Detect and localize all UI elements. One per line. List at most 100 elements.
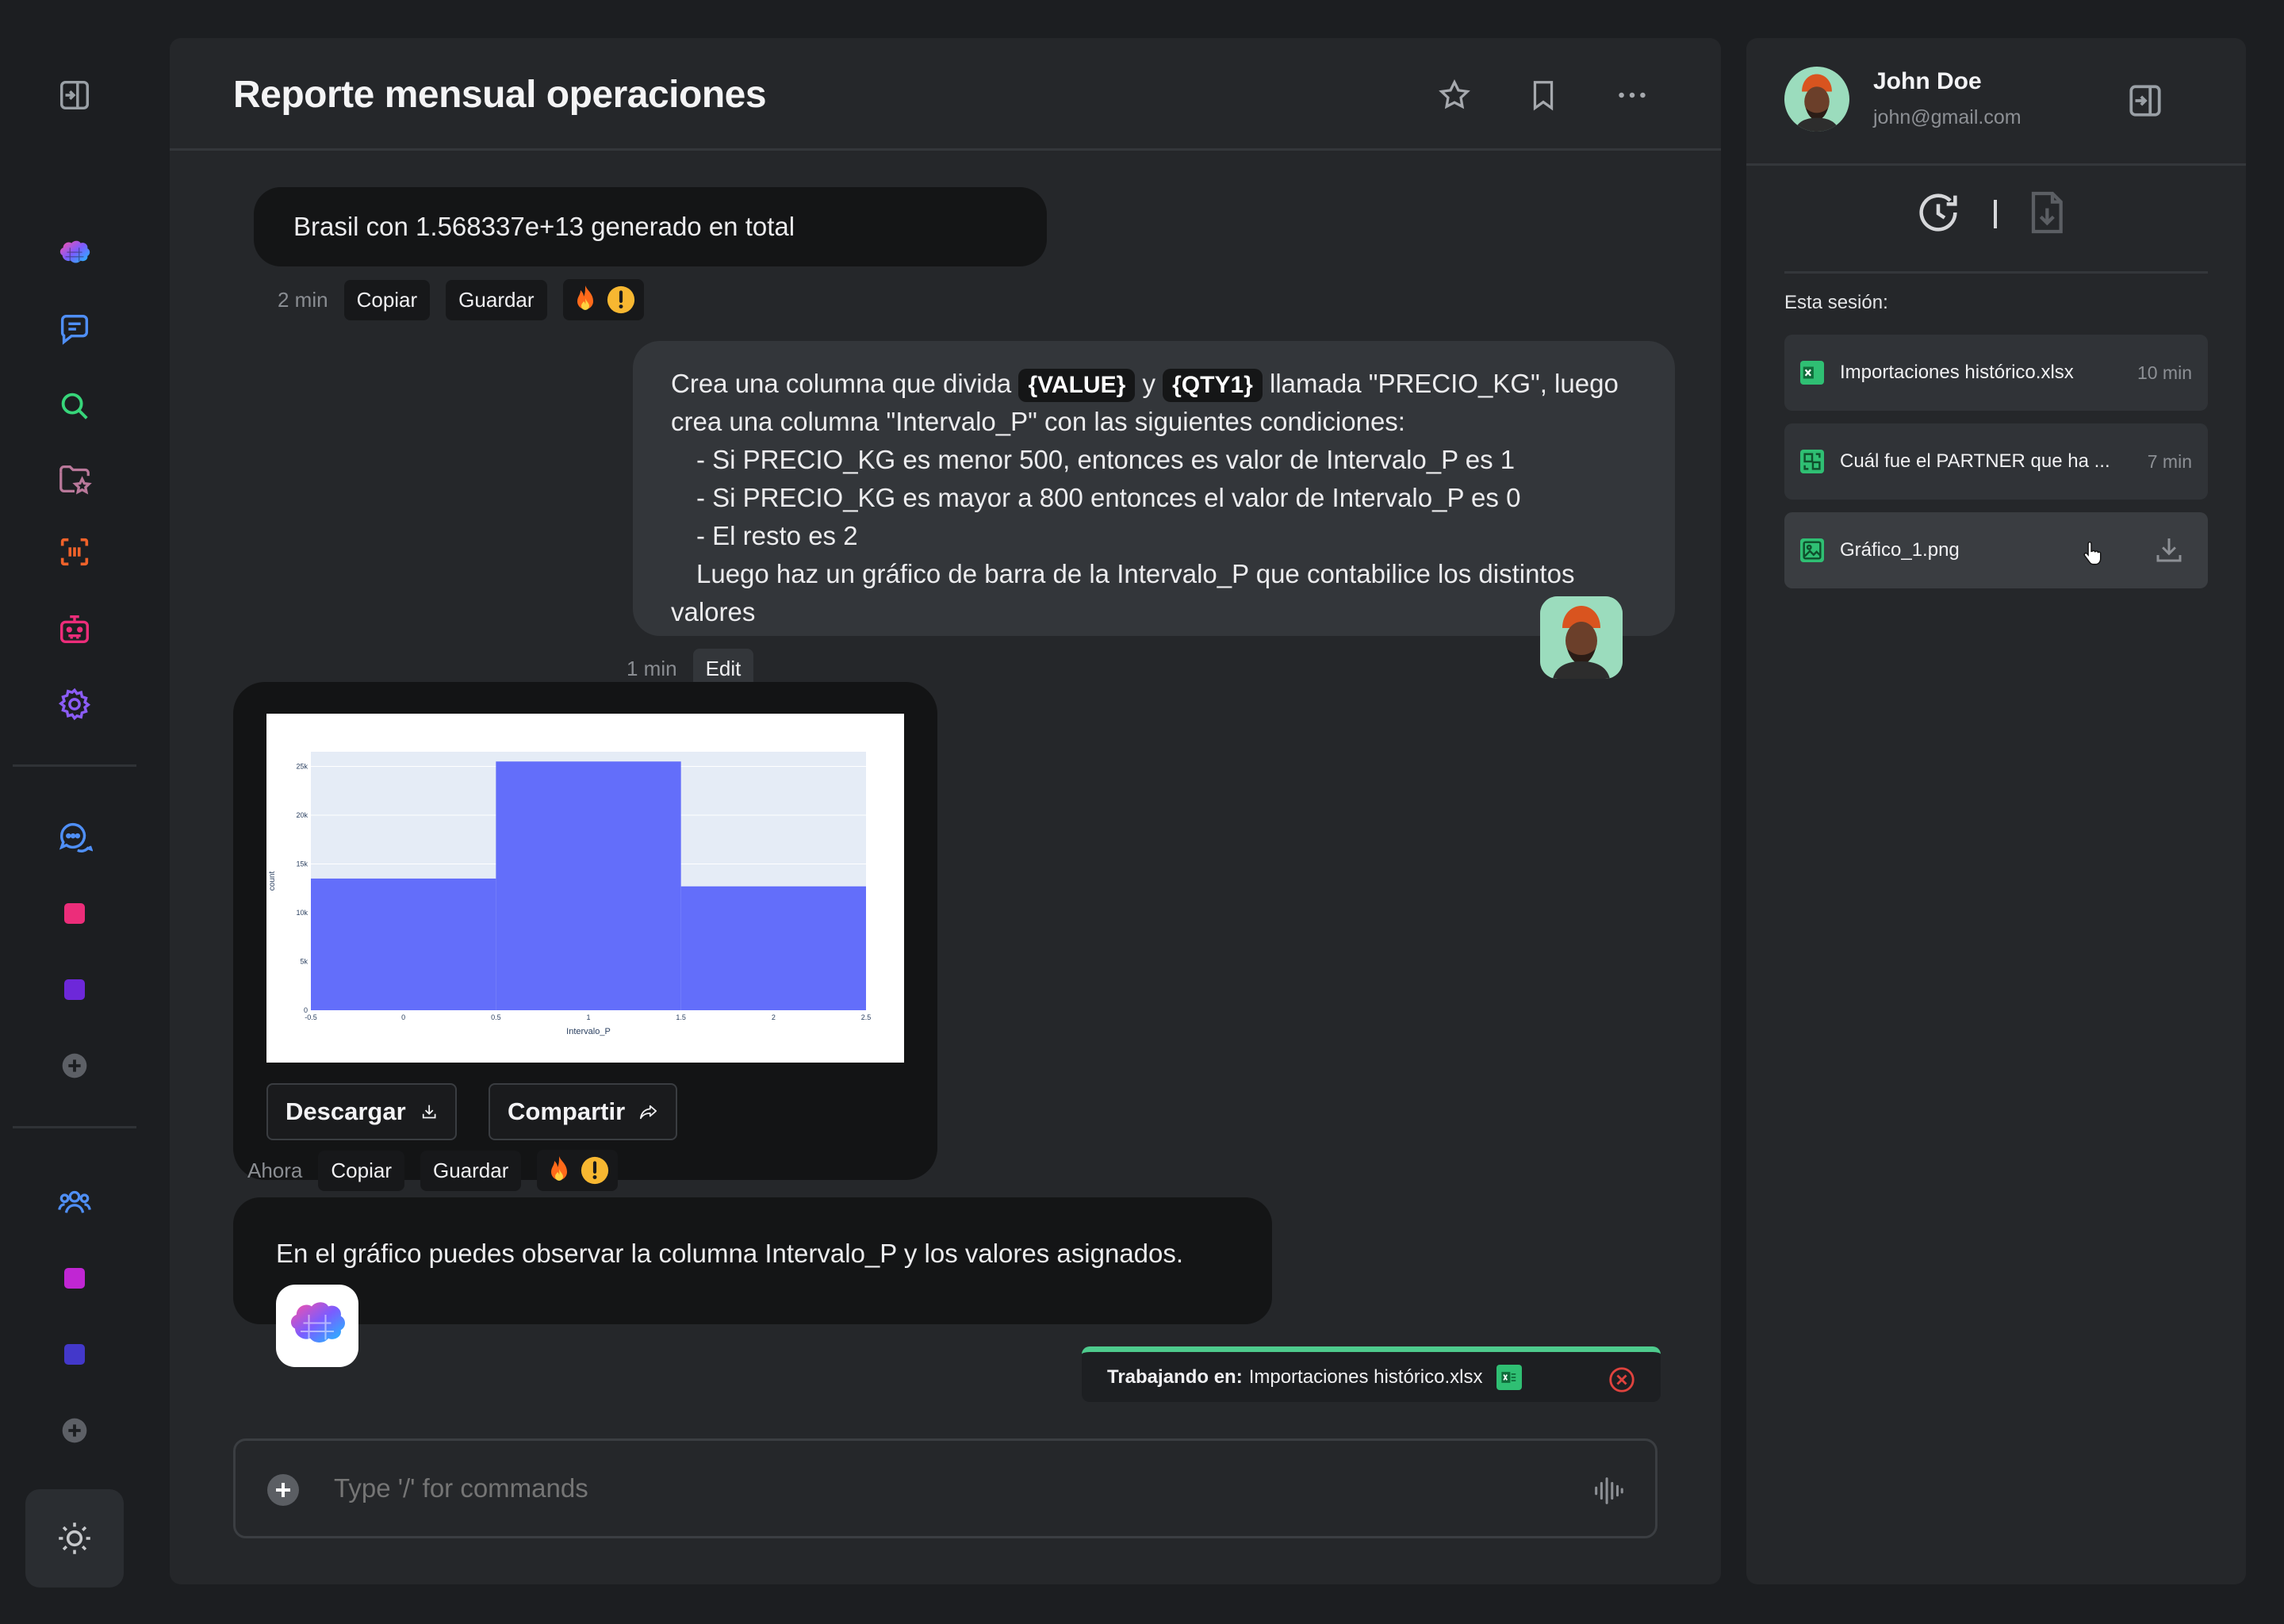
page-title: Reporte mensual operaciones — [233, 74, 767, 116]
toolbar-separator — [1994, 200, 1997, 228]
brain-logo — [290, 1302, 345, 1342]
session-file[interactable]: Importaciones histórico.xlsx 10 min — [1784, 335, 2208, 411]
chat-input-box[interactable] — [233, 1438, 1657, 1538]
x-tick-label: 2 — [772, 1013, 776, 1021]
session-file[interactable]: Cuál fue el PARTNER que ha ... 7 min — [1784, 423, 2208, 500]
robot-icon[interactable] — [46, 601, 103, 658]
message-line: valores — [671, 597, 756, 626]
share-label: Compartir — [508, 1097, 626, 1125]
x-ticks: -0.5 0 0.5 1 1.5 2 2.5 — [305, 1013, 871, 1021]
message-text: y — [1142, 369, 1155, 398]
assistant-message: En el gráfico puedes observar la columna… — [233, 1197, 1272, 1324]
more-icon[interactable] — [1610, 73, 1654, 117]
pink-space[interactable] — [46, 885, 103, 942]
side-panel: John Doe john@gmail.com Esta sesión: Imp… — [1746, 38, 2246, 1584]
close-icon[interactable] — [1607, 1365, 1637, 1395]
table-icon — [1800, 450, 1824, 473]
x-tick-label: 2.5 — [861, 1013, 872, 1021]
y-tick-label: 0 — [304, 1006, 308, 1014]
y-tick-label: 15k — [296, 860, 308, 868]
session-label: Esta sesión: — [1784, 292, 1888, 313]
working-on-bar: Trabajando en: Importaciones histórico.x… — [1082, 1346, 1661, 1402]
fire-icon — [577, 285, 593, 310]
excel-icon — [1496, 1364, 1523, 1390]
bar-chart: -0.5 0 0.5 1 1.5 2 2.5 05k10k15k20k25k Interva… — [268, 752, 871, 1036]
save-button[interactable]: Guardar — [420, 1150, 522, 1191]
magenta-space[interactable] — [46, 1250, 103, 1307]
search-icon[interactable] — [46, 377, 103, 435]
chat-bubbles-icon[interactable] — [46, 809, 103, 866]
file-time: 7 min — [2147, 450, 2192, 472]
file-name: Importaciones histórico.xlsx — [1840, 362, 2074, 383]
save-button[interactable]: Guardar — [446, 279, 547, 320]
message-text: En el gráfico puedes observar la columna… — [276, 1239, 1184, 1268]
collapse-panel-icon[interactable] — [2125, 81, 2165, 121]
message-line: - Si PRECIO_KG es menor 500, entonces es… — [696, 445, 1516, 474]
code-chip: {VALUE} — [1018, 369, 1136, 402]
indigo-space[interactable] — [46, 1326, 103, 1383]
divider — [1784, 271, 2208, 274]
share-button[interactable]: Compartir — [489, 1083, 677, 1140]
message-meta: 2 min Copiar Guardar — [278, 279, 644, 320]
file-download-icon[interactable] — [2021, 187, 2071, 238]
working-file[interactable]: Importaciones histórico.xlsx — [1249, 1366, 1483, 1388]
download-button[interactable]: Descargar — [266, 1083, 457, 1140]
gear-icon[interactable] — [46, 676, 103, 733]
chat-header: Reporte mensual operaciones — [170, 38, 1721, 151]
rail-divider — [13, 764, 136, 767]
bookmark-icon[interactable] — [1521, 73, 1565, 117]
history-icon[interactable] — [1913, 187, 1964, 238]
chart-card: -0.5 0 0.5 1 1.5 2 2.5 0 5k 10k 15k 20k 25k Interva… — [233, 682, 937, 1180]
copy-button[interactable]: Copiar — [343, 279, 431, 320]
message-text: Crea una columna que divida — [671, 369, 1012, 398]
left-rail — [0, 0, 159, 1624]
excel-icon — [1800, 361, 1824, 385]
file-time: 10 min — [2136, 362, 2192, 383]
y-axis-label: count — [268, 871, 277, 891]
code-chip: {QTY1} — [1163, 369, 1263, 402]
x-tick-label: 1 — [586, 1013, 590, 1021]
sun-icon — [59, 1522, 90, 1554]
message-line: - Si PRECIO_KG es mayor a 800 entonces e… — [696, 483, 1521, 512]
session-file[interactable]: Gráfico_1.png — [1784, 512, 2208, 588]
share-icon — [640, 1105, 657, 1120]
collapse-icon[interactable] — [46, 67, 103, 124]
assistant-avatar — [276, 1285, 358, 1367]
voice-wave-icon[interactable] — [1590, 1473, 1627, 1509]
folder-star-icon[interactable] — [46, 450, 103, 508]
chart-image[interactable]: -0.5 0 0.5 1 1.5 2 2.5 0 5k 10k 15k 20k 25k Interva… — [266, 714, 904, 1063]
download-icon[interactable] — [2152, 533, 2186, 566]
add-attachment-icon[interactable] — [264, 1471, 302, 1509]
user-name: John Doe — [1873, 68, 1982, 94]
y-tick-label: 10k — [296, 909, 308, 917]
y-tick-label: 5k — [300, 957, 308, 965]
copy-button[interactable]: Copiar — [318, 1150, 404, 1191]
y-tick-label: 20k — [296, 811, 308, 819]
brain-logo[interactable] — [46, 225, 103, 282]
working-label: Trabajando en: — [1107, 1365, 1243, 1388]
x-tick-label: -0.5 — [305, 1013, 317, 1021]
message-text: Brasil con 1.568337e+13 generado en tota… — [293, 212, 795, 241]
scan-icon[interactable] — [46, 523, 103, 580]
theme-toggle[interactable] — [25, 1489, 124, 1588]
message-text: llamada "PRECIO_KG", luego — [1270, 369, 1619, 398]
user-avatar — [1540, 596, 1623, 679]
reactions[interactable] — [537, 1150, 619, 1191]
plus-circle-icon[interactable] — [46, 1402, 103, 1459]
person-avatar-icon — [1540, 596, 1623, 679]
y-ticks: 0 5k 10k 15k 20k 25k — [296, 762, 308, 1014]
chat-input[interactable] — [334, 1465, 1523, 1512]
file-name: Cuál fue el PARTNER que ha ... — [1840, 450, 2110, 472]
y-tick-label: 25k — [296, 762, 308, 770]
chat-panel: Reporte mensual operaciones Brasil con 1… — [170, 38, 1721, 1584]
purple-space[interactable] — [46, 961, 103, 1018]
message-time: 1 min — [627, 657, 677, 680]
team-icon[interactable] — [46, 1174, 103, 1231]
reactions[interactable] — [562, 279, 644, 320]
person-avatar-icon — [1784, 67, 1849, 132]
chat-icon[interactable] — [46, 301, 103, 358]
download-icon — [422, 1105, 436, 1119]
plus-circle-icon[interactable] — [46, 1037, 103, 1094]
rail-divider — [13, 1126, 136, 1128]
star-icon[interactable] — [1432, 73, 1477, 117]
